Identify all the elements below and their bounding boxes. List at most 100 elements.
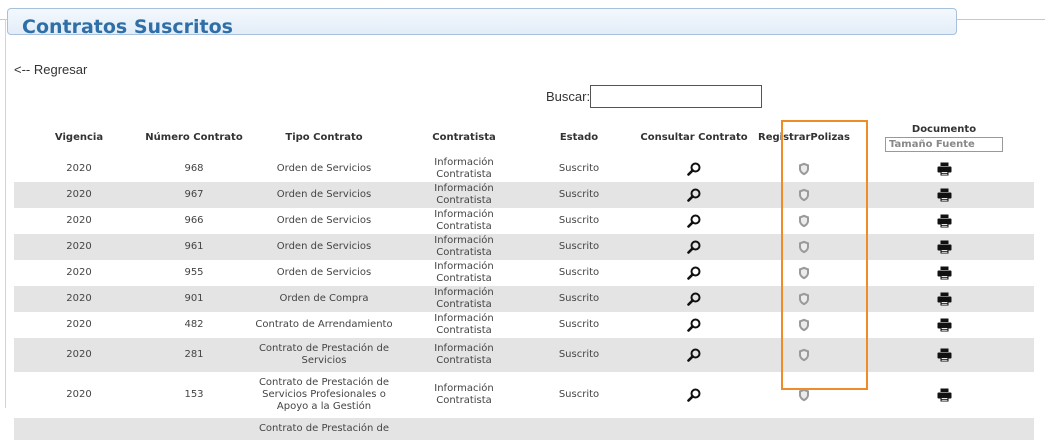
header-vigencia[interactable]: Vigencia	[14, 118, 144, 156]
cell-registrar-polizas	[754, 260, 854, 286]
shield-icon[interactable]	[756, 162, 852, 176]
printer-icon[interactable]	[856, 188, 1032, 202]
cell-numero-contrato: 967	[144, 182, 244, 208]
shield-icon[interactable]	[756, 348, 852, 362]
table-row: 2020 482 Contrato de Arrendamiento Informac…	[14, 312, 1034, 338]
search-label: Buscar:	[546, 89, 591, 104]
header-registrar-polizas[interactable]: RegistrarPolizas	[754, 118, 854, 156]
cell-contratista[interactable]: Información Contratista	[404, 260, 524, 286]
cell-consultar	[634, 208, 754, 234]
cell-documento	[854, 418, 1034, 440]
magnifier-icon[interactable]	[636, 162, 752, 176]
cell-documento	[854, 286, 1034, 312]
cell-vigencia: 2020	[14, 156, 144, 182]
cell-vigencia: 2020	[14, 260, 144, 286]
shield-icon[interactable]	[756, 240, 852, 254]
cell-numero-contrato: 482	[144, 312, 244, 338]
shield-icon[interactable]	[756, 266, 852, 280]
cell-contratista	[404, 418, 524, 440]
cell-contratista[interactable]: Información Contratista	[404, 338, 524, 372]
shield-icon[interactable]	[756, 214, 852, 228]
cell-contratista[interactable]: Información Contratista	[404, 312, 524, 338]
search-input[interactable]	[590, 85, 762, 108]
printer-icon[interactable]	[856, 240, 1032, 254]
cell-contratista[interactable]: Información Contratista	[404, 372, 524, 418]
cell-consultar	[634, 312, 754, 338]
table-row: 2020 966 Orden de Servicios Información Con…	[14, 208, 1034, 234]
header-consultar-contrato[interactable]: Consultar Contrato	[634, 118, 754, 156]
magnifier-icon[interactable]	[636, 348, 752, 362]
cell-vigencia: 2020	[14, 372, 144, 418]
cell-documento	[854, 312, 1034, 338]
cell-tipo-contrato: Orden de Servicios	[244, 182, 404, 208]
cell-tipo-contrato: Contrato de Prestación de	[244, 418, 404, 440]
cell-consultar	[634, 418, 754, 440]
cell-estado: Suscrito	[524, 156, 634, 182]
magnifier-icon[interactable]	[636, 188, 752, 202]
cell-registrar-polizas	[754, 312, 854, 338]
cell-tipo-contrato: Orden de Servicios	[244, 208, 404, 234]
shield-icon[interactable]	[756, 318, 852, 332]
magnifier-icon[interactable]	[636, 318, 752, 332]
printer-icon[interactable]	[856, 348, 1032, 362]
contracts-table: Vigencia Número Contrato Tipo Contrato C…	[14, 118, 1034, 440]
magnifier-icon[interactable]	[636, 266, 752, 280]
cell-registrar-polizas	[754, 182, 854, 208]
header-numero-contrato[interactable]: Número Contrato	[144, 118, 244, 156]
cell-documento	[854, 338, 1034, 372]
cell-vigencia: 2020	[14, 338, 144, 372]
cell-documento	[854, 372, 1034, 418]
cell-contratista[interactable]: Información Contratista	[404, 182, 524, 208]
font-size-input[interactable]	[885, 137, 1003, 152]
documento-label: Documento	[911, 124, 977, 135]
header-estado[interactable]: Estado	[524, 118, 634, 156]
shield-icon[interactable]	[756, 292, 852, 306]
cell-documento	[854, 260, 1034, 286]
cell-estado: Suscrito	[524, 286, 634, 312]
header-tipo-contrato[interactable]: Tipo Contrato	[244, 118, 404, 156]
magnifier-icon[interactable]	[636, 292, 752, 306]
printer-icon[interactable]	[856, 266, 1032, 280]
cell-numero-contrato: 955	[144, 260, 244, 286]
page-title: Contratos Suscritos	[22, 16, 233, 38]
back-link[interactable]: <-- Regresar	[14, 62, 87, 77]
partial-tipo-text: Contrato de Prestación de	[258, 423, 390, 434]
cell-contratista[interactable]: Información Contratista	[404, 156, 524, 182]
printer-icon[interactable]	[856, 388, 1032, 402]
magnifier-icon[interactable]	[636, 388, 752, 402]
cell-contratista[interactable]: Información Contratista	[404, 234, 524, 260]
printer-icon[interactable]	[856, 162, 1032, 176]
cell-consultar	[634, 372, 754, 418]
magnifier-icon[interactable]	[636, 240, 752, 254]
title-bar: Contratos Suscritos	[7, 8, 957, 38]
table-row: 2020 968 Orden de Servicios Información Con…	[14, 156, 1034, 182]
table-row: 2020 281 Contrato de Prestación de Servici…	[14, 338, 1034, 372]
cell-numero-contrato	[144, 418, 244, 440]
table-row: 2020 901 Orden de Compra Información Contra…	[14, 286, 1034, 312]
shield-icon[interactable]	[756, 388, 852, 402]
cell-estado: Suscrito	[524, 234, 634, 260]
cell-consultar	[634, 234, 754, 260]
cell-contratista[interactable]: Información Contratista	[404, 208, 524, 234]
magnifier-icon[interactable]	[636, 214, 752, 228]
cell-estado: Suscrito	[524, 208, 634, 234]
table-row-partial: Contrato de Prestación de	[14, 418, 1034, 440]
printer-icon[interactable]	[856, 214, 1032, 228]
cell-registrar-polizas	[754, 418, 854, 440]
cell-vigencia: 2020	[14, 208, 144, 234]
cell-tipo-contrato: Orden de Servicios	[244, 156, 404, 182]
cell-vigencia: 2020	[14, 312, 144, 338]
cell-registrar-polizas	[754, 286, 854, 312]
printer-icon[interactable]	[856, 292, 1032, 306]
cell-numero-contrato: 968	[144, 156, 244, 182]
cell-registrar-polizas	[754, 372, 854, 418]
cell-consultar	[634, 156, 754, 182]
cell-registrar-polizas	[754, 338, 854, 372]
cell-tipo-contrato: Contrato de Prestación de Servicios	[244, 338, 404, 372]
header-contratista[interactable]: Contratista	[404, 118, 524, 156]
cell-contratista[interactable]: Información Contratista	[404, 286, 524, 312]
shield-icon[interactable]	[756, 188, 852, 202]
cell-consultar	[634, 338, 754, 372]
cell-tipo-contrato: Contrato de Arrendamiento	[244, 312, 404, 338]
printer-icon[interactable]	[856, 318, 1032, 332]
